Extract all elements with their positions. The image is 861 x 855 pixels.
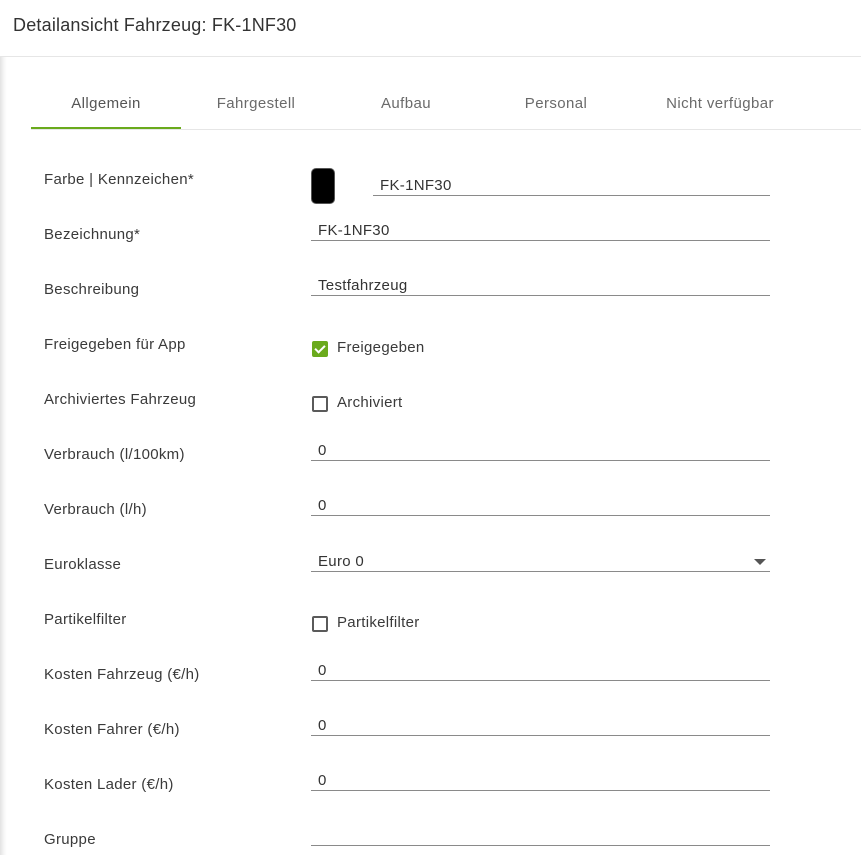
kosten-fahrer-input[interactable]: 0 (311, 713, 770, 736)
archiviert-checkbox[interactable] (312, 396, 328, 412)
partikelfilter-checkbox-label: Partikelfilter (337, 614, 420, 631)
chevron-down-icon[interactable] (754, 559, 766, 565)
beschreibung-label: Beschreibung (44, 281, 140, 298)
archiviert-label: Archiviertes Fahrzeug (44, 391, 197, 408)
kosten-fahrzeug-input[interactable]: 0 (311, 658, 770, 681)
partikelfilter-label: Partikelfilter (44, 611, 127, 628)
kennzeichen-input[interactable]: FK-1NF30 (373, 173, 770, 196)
freigegeben-checkbox-label: Freigegeben (337, 339, 425, 356)
page-header: Detailansicht Fahrzeug: FK-1NF30 (0, 0, 861, 57)
kosten-lader-label: Kosten Lader (€/h) (44, 776, 174, 793)
verbrauch-h-input[interactable]: 0 (311, 493, 770, 516)
page-title: Detailansicht Fahrzeug: FK-1NF30 (13, 15, 297, 35)
verbrauch-km-input[interactable]: 0 (311, 438, 770, 461)
archiviert-checkbox-label: Archiviert (337, 394, 403, 411)
tab-aufbau[interactable]: Aufbau (341, 80, 471, 128)
freigegeben-label: Freigegeben für App (44, 336, 186, 353)
gruppe-input[interactable] (311, 823, 770, 846)
verbrauch-km-label: Verbrauch (l/100km) (44, 446, 185, 463)
tab-personal[interactable]: Personal (491, 80, 621, 128)
beschreibung-input[interactable]: Testfahrzeug (311, 273, 770, 296)
gruppe-label: Gruppe (44, 831, 96, 848)
tab-bar: Allgemein Fahrgestell Aufbau Personal Ni… (31, 80, 861, 130)
color-picker-swatch[interactable] (311, 168, 335, 204)
bezeichnung-input[interactable]: FK-1NF30 (311, 218, 770, 241)
verbrauch-h-label: Verbrauch (l/h) (44, 501, 147, 518)
kosten-lader-input[interactable]: 0 (311, 768, 770, 791)
tab-allgemein[interactable]: Allgemein (31, 80, 181, 129)
kosten-fahrzeug-label: Kosten Fahrzeug (€/h) (44, 666, 200, 683)
euroklasse-select[interactable]: Euro 0 (311, 549, 770, 572)
partikelfilter-checkbox[interactable] (312, 616, 328, 632)
left-panel-shadow (0, 56, 7, 855)
euroklasse-label: Euroklasse (44, 556, 122, 573)
farbe-kennzeichen-label: Farbe | Kennzeichen* (44, 171, 194, 188)
tab-fahrgestell[interactable]: Fahrgestell (191, 80, 321, 128)
bezeichnung-label: Bezeichnung* (44, 226, 141, 243)
kosten-fahrer-label: Kosten Fahrer (€/h) (44, 721, 180, 738)
tab-nicht-verfuegbar[interactable]: Nicht verfügbar (641, 80, 799, 128)
freigegeben-checkbox[interactable] (312, 341, 328, 357)
